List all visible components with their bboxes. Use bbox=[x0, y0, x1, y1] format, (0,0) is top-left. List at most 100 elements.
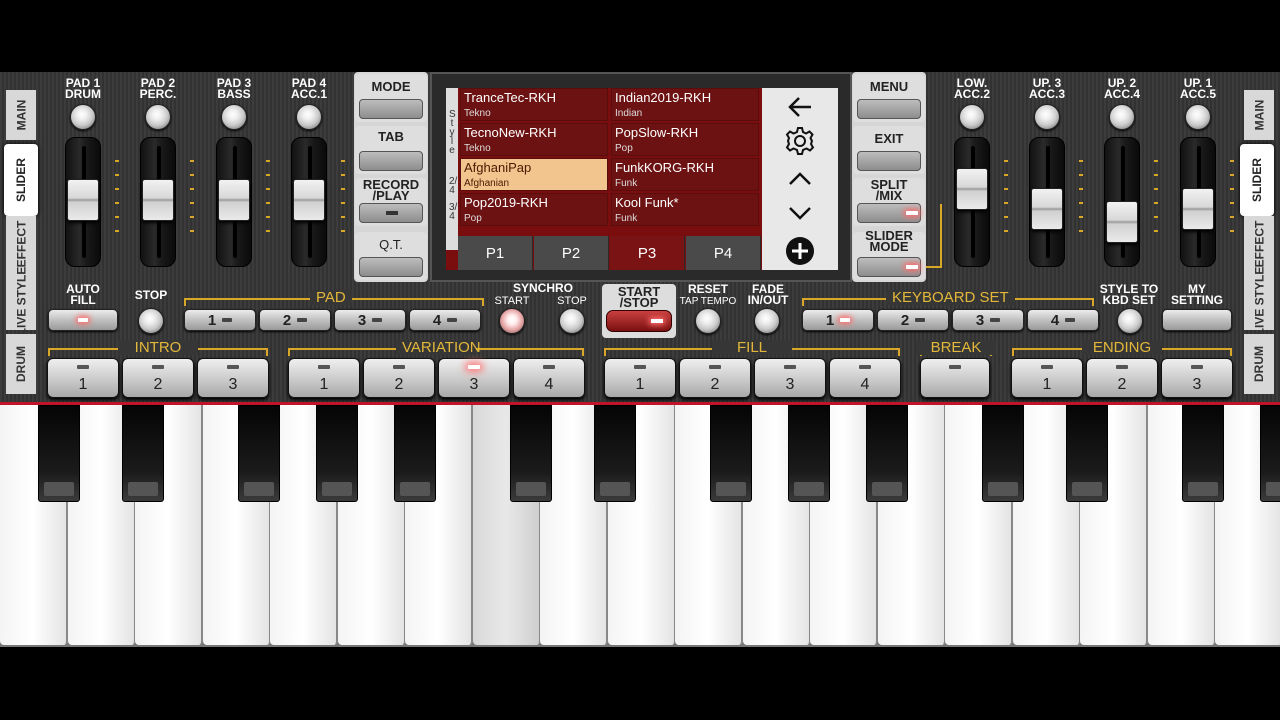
black-key[interactable] bbox=[1066, 405, 1108, 502]
break-button-1[interactable] bbox=[920, 358, 990, 398]
style-cell[interactable]: TecnoNew-RKH Tekno bbox=[460, 123, 608, 156]
slider-knob-left_sliders-2[interactable] bbox=[221, 104, 247, 130]
start-stop-button[interactable] bbox=[606, 310, 672, 332]
variation-button-4[interactable]: 4 bbox=[513, 358, 585, 398]
side-tab-slider-left[interactable]: SLIDER bbox=[4, 144, 38, 216]
black-key[interactable] bbox=[122, 405, 164, 502]
slider-knob-right_sliders-2[interactable] bbox=[1109, 104, 1135, 130]
ending-button-3[interactable]: 3 bbox=[1161, 358, 1233, 398]
black-key[interactable] bbox=[238, 405, 280, 502]
style-category: Indian bbox=[615, 108, 643, 119]
fill-button-3[interactable]: 3 bbox=[754, 358, 826, 398]
style-to-kbd-knob[interactable] bbox=[1117, 308, 1143, 334]
intro-button-1[interactable]: 1 bbox=[47, 358, 119, 398]
style-cell[interactable]: TranceTec-RKH Tekno bbox=[460, 88, 608, 121]
slider-handle-right_sliders-0[interactable] bbox=[956, 167, 988, 210]
page-tab-p1[interactable]: P1 bbox=[458, 236, 533, 270]
side-tab-effect-left[interactable]: EFFECT bbox=[6, 216, 36, 272]
fill-button-4[interactable]: 4 bbox=[829, 358, 901, 398]
side-tab-live-style-left[interactable]: LIVE STYLE bbox=[6, 267, 36, 335]
page-tab-p3[interactable]: P3 bbox=[610, 236, 685, 270]
stop-knob[interactable] bbox=[138, 308, 164, 334]
intro-button-2[interactable]: 2 bbox=[122, 358, 194, 398]
variation-button-1[interactable]: 1 bbox=[288, 358, 360, 398]
fill-button-1[interactable]: 1 bbox=[604, 358, 676, 398]
side-tab-main-left[interactable]: MAIN bbox=[6, 90, 36, 140]
keyboard-set-button-2[interactable]: 2 bbox=[877, 309, 949, 331]
slider-knob-left_sliders-1[interactable] bbox=[145, 104, 171, 130]
exit-button[interactable]: EXIT bbox=[853, 126, 925, 174]
auto-fill-button[interactable] bbox=[48, 309, 118, 331]
black-key[interactable] bbox=[1260, 405, 1280, 502]
slider-handle-left_sliders-2[interactable] bbox=[218, 179, 250, 222]
black-key[interactable] bbox=[594, 405, 636, 502]
black-key[interactable] bbox=[38, 405, 80, 502]
black-key[interactable] bbox=[1182, 405, 1224, 502]
variation-button-3[interactable]: 3 bbox=[438, 358, 510, 398]
style-cell[interactable]: PopSlow-RKH Pop bbox=[611, 123, 759, 156]
slider-mode-button[interactable]: SLIDER MODE bbox=[853, 229, 925, 280]
qt-button[interactable]: Q.T. bbox=[355, 232, 427, 280]
slider-handle-left_sliders-1[interactable] bbox=[142, 179, 174, 222]
page-tab-p4[interactable]: P4 bbox=[686, 236, 761, 270]
style-cell[interactable]: Kool Funk* Funk bbox=[611, 193, 759, 226]
black-key[interactable] bbox=[982, 405, 1024, 502]
slider-handle-right_sliders-1[interactable] bbox=[1031, 188, 1063, 231]
pad-button-1[interactable]: 1 bbox=[184, 309, 256, 331]
my-setting-button[interactable] bbox=[1162, 309, 1232, 331]
slider-knob-right_sliders-3[interactable] bbox=[1185, 104, 1211, 130]
black-key[interactable] bbox=[710, 405, 752, 502]
style-cell[interactable]: FunkKORG-RKH Funk bbox=[611, 158, 759, 191]
fade-knob[interactable] bbox=[754, 308, 780, 334]
side-tab-main-right[interactable]: MAIN bbox=[1244, 90, 1274, 140]
fill-button-2[interactable]: 2 bbox=[679, 358, 751, 398]
plus-circle-icon[interactable] bbox=[762, 234, 838, 268]
reset-knob[interactable] bbox=[695, 308, 721, 334]
keyboard-set-button-4[interactable]: 4 bbox=[1027, 309, 1099, 331]
style-cell[interactable]: AfghaniPap Afghanian bbox=[460, 158, 608, 191]
slider-knob-right_sliders-1[interactable] bbox=[1034, 104, 1060, 130]
tab-button[interactable]: TAB bbox=[355, 126, 427, 174]
keyboard-set-button-3[interactable]: 3 bbox=[952, 309, 1024, 331]
chevron-down-icon[interactable] bbox=[762, 196, 838, 230]
intro-button-3[interactable]: 3 bbox=[197, 358, 269, 398]
page-tab-p2[interactable]: P2 bbox=[534, 236, 609, 270]
slider-handle-right_sliders-2[interactable] bbox=[1106, 200, 1138, 243]
gear-icon[interactable] bbox=[762, 124, 838, 158]
side-tab-effect-right[interactable]: EFFECT bbox=[1244, 216, 1274, 272]
slider-knob-left_sliders-0[interactable] bbox=[70, 104, 96, 130]
side-tab-drum-left[interactable]: DRUM bbox=[6, 334, 36, 394]
ending-button-2[interactable]: 2 bbox=[1086, 358, 1158, 398]
side-tab-drum-right[interactable]: DRUM bbox=[1244, 334, 1274, 394]
side-tab-live-style-right[interactable]: LIVE STYLE bbox=[1244, 267, 1274, 335]
split-mix-button[interactable]: SPLIT /MIX bbox=[853, 178, 925, 226]
black-key[interactable] bbox=[866, 405, 908, 502]
black-key[interactable] bbox=[510, 405, 552, 502]
keyboard-set-button-1[interactable]: 1 bbox=[802, 309, 874, 331]
record-play-button[interactable]: RECORD /PLAY bbox=[355, 178, 427, 226]
ending-button-1[interactable]: 1 bbox=[1011, 358, 1083, 398]
synchro-start-knob[interactable] bbox=[499, 308, 525, 334]
slider-knob-right_sliders-0[interactable] bbox=[959, 104, 985, 130]
black-key[interactable] bbox=[394, 405, 436, 502]
menu-button[interactable]: MENU bbox=[853, 74, 925, 122]
break-group-label: BREAK bbox=[916, 340, 996, 355]
pad-button-4[interactable]: 4 bbox=[409, 309, 481, 331]
black-key[interactable] bbox=[788, 405, 830, 502]
pad-button-2[interactable]: 2 bbox=[259, 309, 331, 331]
style-browser: Style 2/4 3/4 TranceTec-RKH Tekno Indian20… bbox=[430, 72, 852, 282]
slider-handle-left_sliders-3[interactable] bbox=[293, 179, 325, 222]
mode-button[interactable]: MODE bbox=[355, 74, 427, 122]
side-tab-slider-right[interactable]: SLIDER bbox=[1240, 144, 1274, 216]
style-cell[interactable]: Pop2019-RKH Pop bbox=[460, 193, 608, 226]
slider-handle-left_sliders-0[interactable] bbox=[67, 179, 99, 222]
slider-knob-left_sliders-3[interactable] bbox=[296, 104, 322, 130]
synchro-stop-knob[interactable] bbox=[559, 308, 585, 334]
slider-handle-right_sliders-3[interactable] bbox=[1182, 188, 1214, 231]
black-key[interactable] bbox=[316, 405, 358, 502]
back-arrow-icon[interactable] bbox=[762, 90, 838, 124]
variation-button-2[interactable]: 2 bbox=[363, 358, 435, 398]
style-cell[interactable]: Indian2019-RKH Indian bbox=[611, 88, 759, 121]
chevron-up-icon[interactable] bbox=[762, 162, 838, 196]
pad-button-3[interactable]: 3 bbox=[334, 309, 406, 331]
